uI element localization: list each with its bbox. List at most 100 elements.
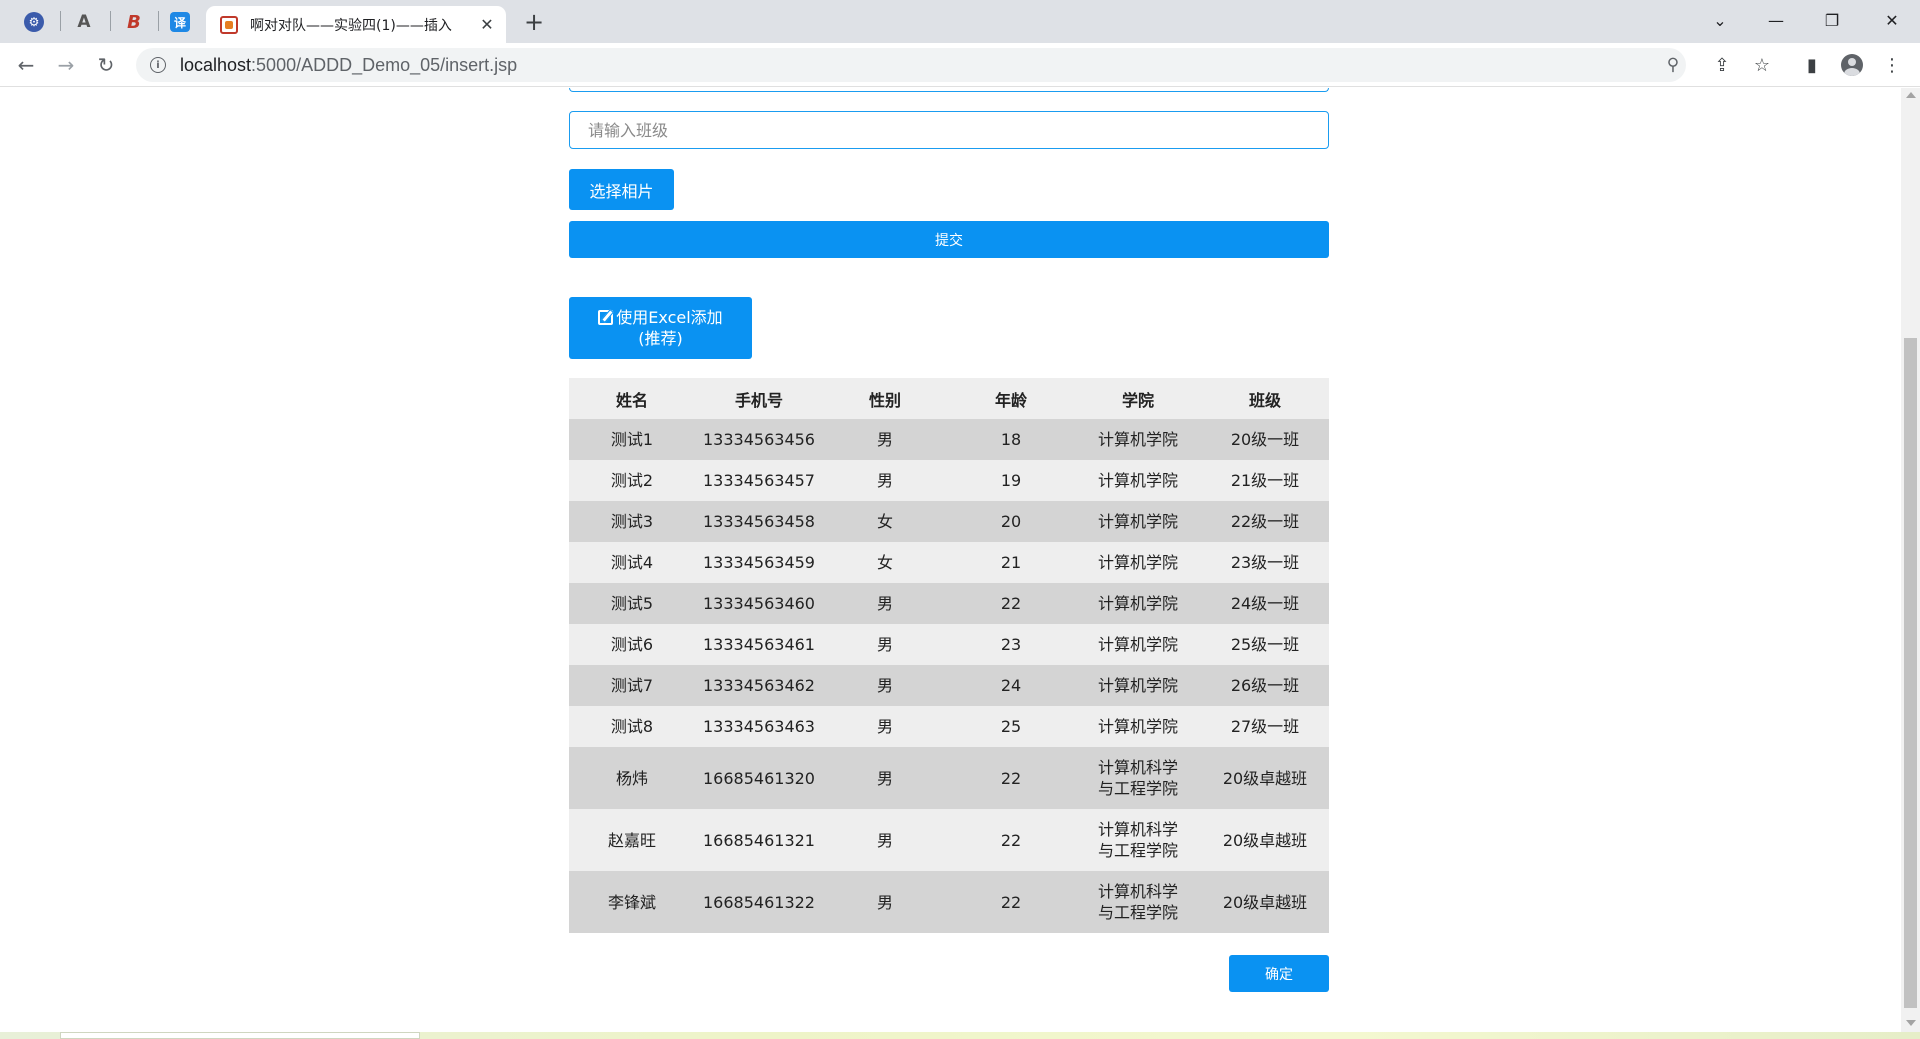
- cell-class: 24级一班: [1201, 583, 1329, 624]
- choose-photo-button[interactable]: 选择相片: [569, 169, 674, 210]
- cell-age: 18: [947, 419, 1075, 460]
- table-row: 测试7 13334563462 男 24 计算机学院 26级一班: [569, 665, 1329, 706]
- cell-name: 测试5: [569, 583, 695, 624]
- cell-gender: 女: [823, 542, 947, 583]
- cell-age: 22: [947, 871, 1075, 933]
- cell-name: 测试1: [569, 419, 695, 460]
- cell-class: 21级一班: [1201, 460, 1329, 501]
- page-favicon-icon: [220, 15, 238, 34]
- cell-class: 20级卓越班: [1201, 747, 1329, 809]
- cell-gender: 男: [823, 706, 947, 747]
- cell-college: 计算机学院: [1075, 665, 1201, 706]
- cell-phone: 13334563458: [695, 501, 823, 542]
- cell-phone: 13334563459: [695, 542, 823, 583]
- table-row: 测试5 13334563460 男 22 计算机学院 24级一班: [569, 583, 1329, 624]
- cell-class: 20级卓越班: [1201, 871, 1329, 933]
- cell-name: 测试6: [569, 624, 695, 665]
- tab-strip: ⚙ A B 译 啊对对队——实验四(1)——插入 ✕ + ⌄ — ❐ ✕: [0, 0, 1920, 43]
- excel-import-button[interactable]: 使用Excel添加 (推荐): [569, 297, 752, 359]
- cell-name: 测试3: [569, 501, 695, 542]
- new-tab-button[interactable]: +: [520, 8, 548, 36]
- class-input[interactable]: [569, 111, 1329, 149]
- page-scrollbar[interactable]: [1901, 88, 1920, 1032]
- cell-age: 22: [947, 747, 1075, 809]
- cell-name: 测试7: [569, 665, 695, 706]
- col-header-phone: 手机号: [695, 378, 823, 419]
- table-row: 测试4 13334563459 女 21 计算机学院 23级一班: [569, 542, 1329, 583]
- pinned-tab-3[interactable]: B: [112, 7, 156, 37]
- cell-class: 23级一班: [1201, 542, 1329, 583]
- cell-age: 22: [947, 583, 1075, 624]
- tab-insert-page[interactable]: 啊对对队——实验四(1)——插入 ✕: [206, 6, 506, 43]
- cell-gender: 男: [823, 460, 947, 501]
- cell-name: 测试4: [569, 542, 695, 583]
- cell-gender: 男: [823, 583, 947, 624]
- bookmark-star-icon[interactable]: ☆: [1749, 52, 1775, 78]
- extension-icon: ⚙: [24, 12, 44, 32]
- menu-kebab-icon[interactable]: ⋮: [1879, 52, 1905, 78]
- cell-class: 22级一班: [1201, 501, 1329, 542]
- cell-class: 20级卓越班: [1201, 809, 1329, 871]
- cell-phone: 16685461320: [695, 747, 823, 809]
- cell-age: 25: [947, 706, 1075, 747]
- cell-phone: 13334563457: [695, 460, 823, 501]
- cell-college: 计算机学院: [1075, 706, 1201, 747]
- table-row: 测试6 13334563461 男 23 计算机学院 25级一班: [569, 624, 1329, 665]
- cell-class: 27级一班: [1201, 706, 1329, 747]
- translator-icon: 译: [170, 12, 190, 32]
- cell-college: 计算机学院: [1075, 542, 1201, 583]
- pinned-tab-4[interactable]: 译: [158, 7, 202, 37]
- cell-name: 赵嘉旺: [569, 809, 695, 871]
- restore-icon[interactable]: ❐: [1804, 0, 1860, 40]
- share-icon[interactable]: ⇪: [1709, 52, 1735, 78]
- col-header-college: 学院: [1075, 378, 1201, 419]
- table-row: 赵嘉旺 16685461321 男 22 计算机科学 与工程学院 20级卓越班: [569, 809, 1329, 871]
- cell-gender: 男: [823, 419, 947, 460]
- pinned-tab-2[interactable]: A: [62, 7, 106, 37]
- cell-college: 计算机学院: [1075, 460, 1201, 501]
- tab-title: 啊对对队——实验四(1)——插入: [250, 17, 452, 34]
- cell-phone: 13334563462: [695, 665, 823, 706]
- cell-college: 计算机科学 与工程学院: [1075, 871, 1201, 933]
- submit-button[interactable]: 提交: [569, 221, 1329, 258]
- page-viewport: 选择相片 提交 使用Excel添加 (推荐) 姓名 手机号 性别 年龄 学院 班…: [0, 88, 1901, 1032]
- cell-age: 19: [947, 460, 1075, 501]
- side-panel-icon[interactable]: ▮: [1799, 52, 1825, 78]
- tab-search-chevron-icon[interactable]: ⌄: [1692, 0, 1748, 40]
- col-header-gender: 性别: [823, 378, 947, 419]
- pinned-tab-1[interactable]: ⚙: [12, 7, 56, 37]
- url-text: localhost:5000/ADDD_Demo_05/insert.jsp: [180, 54, 518, 75]
- previous-input-edge[interactable]: [569, 88, 1329, 92]
- col-header-age: 年龄: [947, 378, 1075, 419]
- cell-class: 26级一班: [1201, 665, 1329, 706]
- cell-age: 24: [947, 665, 1075, 706]
- cell-name: 测试8: [569, 706, 695, 747]
- b-logo-icon: B: [127, 11, 141, 33]
- cell-age: 20: [947, 501, 1075, 542]
- cell-name: 测试2: [569, 460, 695, 501]
- cell-class: 20级一班: [1201, 419, 1329, 460]
- table-header-row: 姓名 手机号 性别 年龄 学院 班级: [569, 378, 1329, 419]
- table-row: 测试1 13334563456 男 18 计算机学院 20级一班: [569, 419, 1329, 460]
- close-tab-icon[interactable]: ✕: [478, 15, 496, 34]
- taskbar-window-preview[interactable]: [60, 1032, 420, 1039]
- cell-gender: 男: [823, 747, 947, 809]
- cell-college: 计算机学院: [1075, 501, 1201, 542]
- confirm-button[interactable]: 确定: [1229, 955, 1329, 992]
- cell-phone: 16685461322: [695, 871, 823, 933]
- zoom-icon[interactable]: ⚲: [1660, 52, 1686, 78]
- site-info-icon[interactable]: i: [150, 57, 166, 73]
- forward-icon[interactable]: →: [52, 51, 80, 79]
- profile-icon[interactable]: [1839, 52, 1865, 78]
- scroll-down-icon[interactable]: [1906, 1020, 1916, 1026]
- table-row: 杨炜 16685461320 男 22 计算机科学 与工程学院 20级卓越班: [569, 747, 1329, 809]
- back-icon[interactable]: ←: [12, 51, 40, 79]
- table-row: 测试3 13334563458 女 20 计算机学院 22级一班: [569, 501, 1329, 542]
- reload-icon[interactable]: ↻: [92, 51, 120, 79]
- close-window-icon[interactable]: ✕: [1864, 0, 1920, 40]
- table-row: 测试8 13334563463 男 25 计算机学院 27级一班: [569, 706, 1329, 747]
- minimize-icon[interactable]: —: [1748, 0, 1804, 40]
- address-bar[interactable]: i localhost:5000/ADDD_Demo_05/insert.jsp…: [136, 48, 1686, 82]
- scroll-thumb[interactable]: [1904, 338, 1917, 1008]
- scroll-up-icon[interactable]: [1906, 92, 1916, 98]
